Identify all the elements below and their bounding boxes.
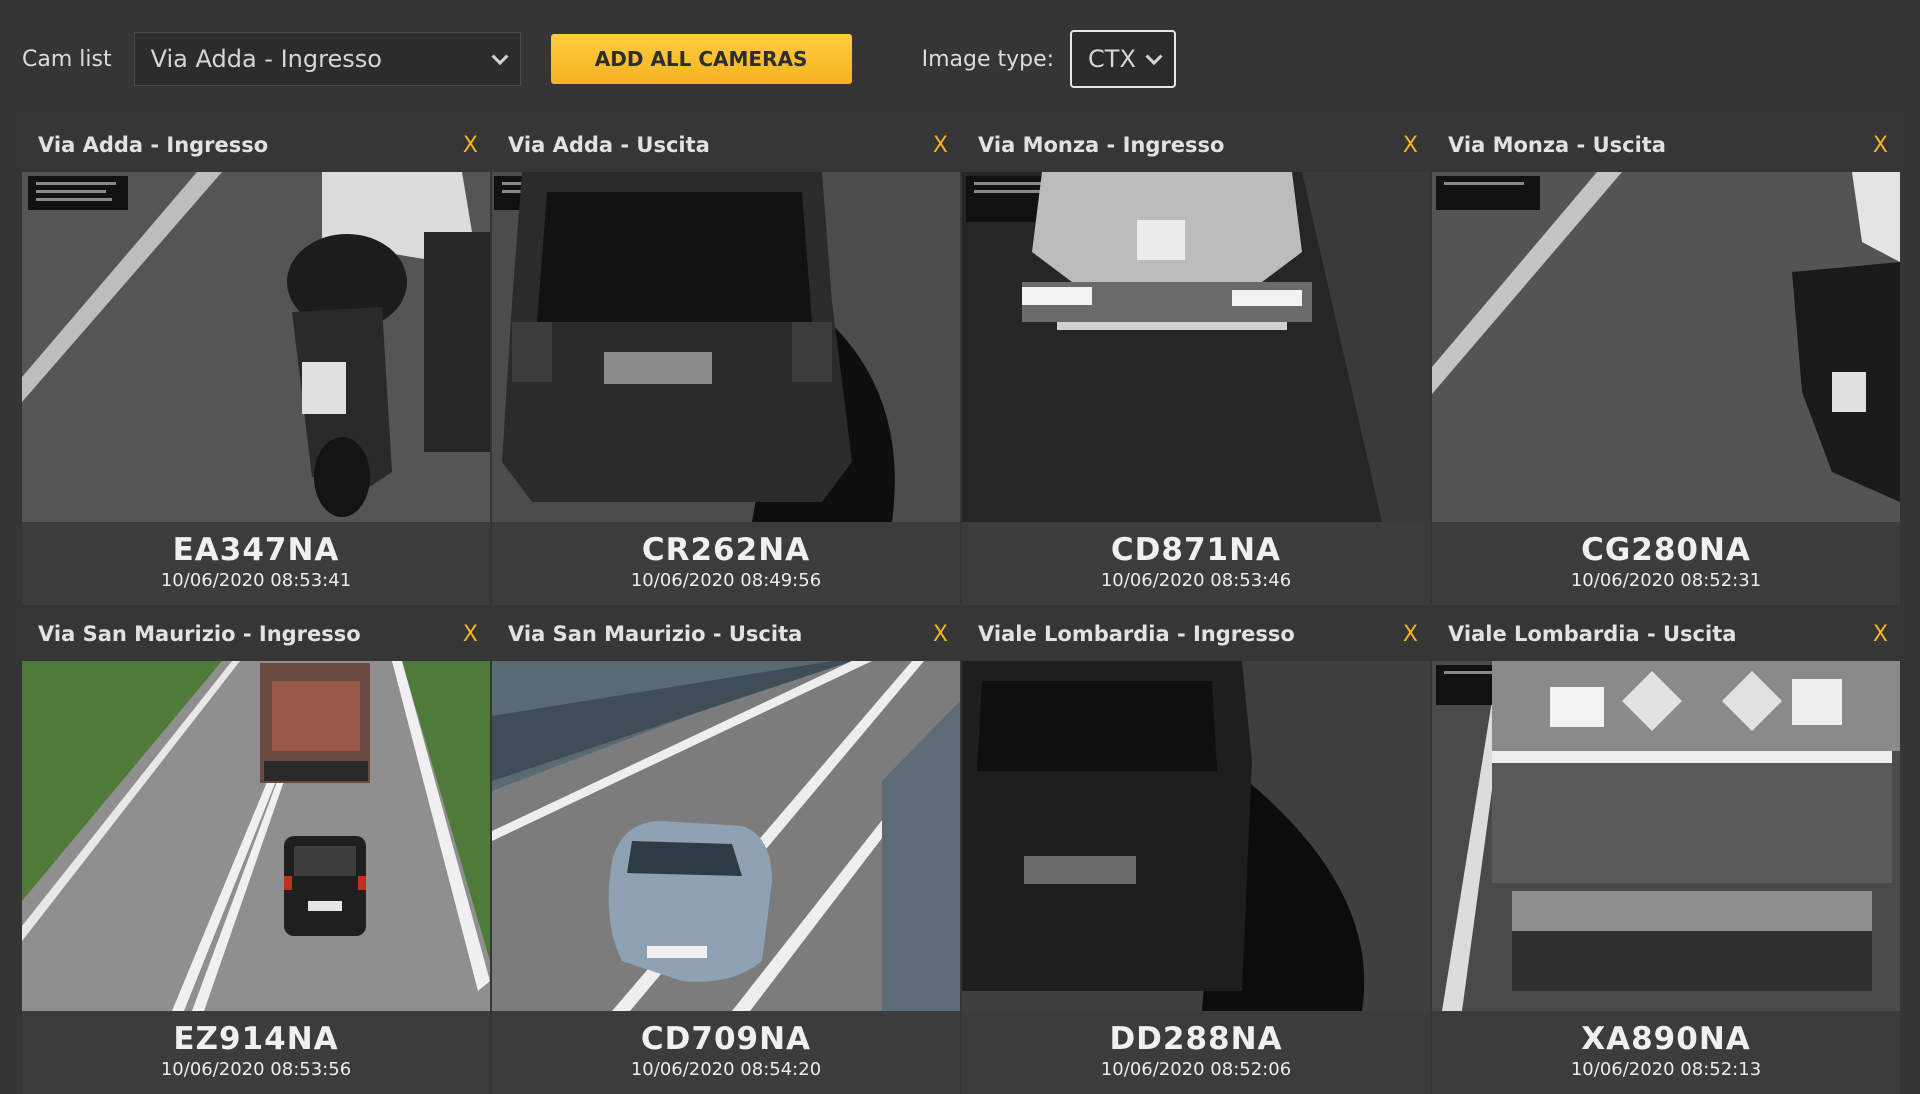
chevron-down-icon [1145,48,1163,66]
camera-panel: Viale Lombardia - Uscita X XA890NA 10/06 [1432,607,1900,1094]
camera-title: Via Adda - Ingresso [38,133,269,157]
close-icon[interactable]: X [1873,622,1888,647]
panel-header: Via San Maurizio - Uscita X [492,607,960,661]
panel-header: Via Monza - Ingresso X [962,118,1430,172]
camera-panel: Viale Lombardia - Ingresso X DD288NA 10/… [962,607,1430,1094]
cam-list-select[interactable]: Via Adda - Ingresso [133,32,521,86]
camera-title: Via Monza - Ingresso [978,133,1225,157]
camera-title: Via Adda - Uscita [508,133,710,157]
chevron-down-icon [491,48,509,66]
close-icon[interactable]: X [1403,133,1418,158]
camera-image[interactable] [22,172,490,522]
image-type-label: Image type: [921,46,1055,72]
camera-image[interactable] [492,172,960,522]
camera-panel: Via Monza - Ingresso X CD871NA 10/06/202… [962,118,1430,605]
timestamp: 10/06/2020 08:52:13 [1570,1059,1762,1080]
plate-number: CG280NA [1581,532,1751,568]
panel-header: Viale Lombardia - Uscita X [1432,607,1900,661]
close-icon[interactable]: X [463,622,478,647]
camera-image[interactable] [492,661,960,1011]
timestamp: 10/06/2020 08:52:06 [1100,1059,1292,1080]
camera-panel: Via San Maurizio - Ingresso X EZ914NA 10… [22,607,490,1094]
camera-image[interactable] [962,172,1430,522]
timestamp: 10/06/2020 08:53:46 [1100,570,1292,591]
plate-number: CD709NA [640,1021,812,1057]
plate-number: DD288NA [1109,1021,1283,1057]
camera-title: Via Monza - Uscita [1448,133,1666,157]
plate-number: EZ914NA [173,1021,339,1057]
plate-number: CR262NA [641,532,811,568]
toolbar: Cam list Via Adda - Ingresso ADD ALL CAM… [0,0,1920,118]
plate-number: CD871NA [1110,532,1282,568]
plate-number: EA347NA [172,532,340,568]
camera-title: Via San Maurizio - Uscita [508,622,803,646]
close-icon[interactable]: X [933,622,948,647]
cam-list-label: Cam list [22,46,112,72]
timestamp: 10/06/2020 08:49:56 [630,570,822,591]
image-type-select[interactable]: CTX [1070,30,1177,88]
panel-header: Viale Lombardia - Ingresso X [962,607,1430,661]
camera-title: Viale Lombardia - Uscita [1448,622,1737,646]
cam-list-value: Via Adda - Ingresso [150,45,382,73]
panel-header: Via Adda - Uscita X [492,118,960,172]
camera-image[interactable] [1432,661,1900,1011]
timestamp: 10/06/2020 08:54:20 [630,1059,822,1080]
camera-panel: Via San Maurizio - Uscita X CD709NA 10/0… [492,607,960,1094]
close-icon[interactable]: X [1403,622,1418,647]
panel-header: Via San Maurizio - Ingresso X [22,607,490,661]
camera-panel: Via Adda - Ingresso X EA347NA 10/06/2020… [22,118,490,605]
panel-header: Via Monza - Uscita X [1432,118,1900,172]
close-icon[interactable]: X [933,133,948,158]
close-icon[interactable]: X [463,133,478,158]
camera-panel: Via Monza - Uscita X CG280NA 10/06/2020 … [1432,118,1900,605]
timestamp: 10/06/2020 08:52:31 [1570,570,1762,591]
camera-image[interactable] [1432,172,1900,522]
camera-title: Viale Lombardia - Ingresso [978,622,1295,646]
panel-header: Via Adda - Ingresso X [22,118,490,172]
close-icon[interactable]: X [1873,133,1888,158]
camera-title: Via San Maurizio - Ingresso [38,622,361,646]
timestamp: 10/06/2020 08:53:56 [160,1059,352,1080]
camera-panel: Via Adda - Uscita X CR262NA 10/06/2020 0… [492,118,960,605]
camera-image[interactable] [22,661,490,1011]
camera-grid: Via Adda - Ingresso X EA347NA 10/06/2020… [22,118,1900,1094]
plate-number: XA890NA [1581,1021,1751,1057]
image-type-value: CTX [1088,45,1136,73]
add-all-cameras-button[interactable]: ADD ALL CAMERAS [550,34,852,84]
camera-image[interactable] [962,661,1430,1011]
timestamp: 10/06/2020 08:53:41 [160,570,352,591]
